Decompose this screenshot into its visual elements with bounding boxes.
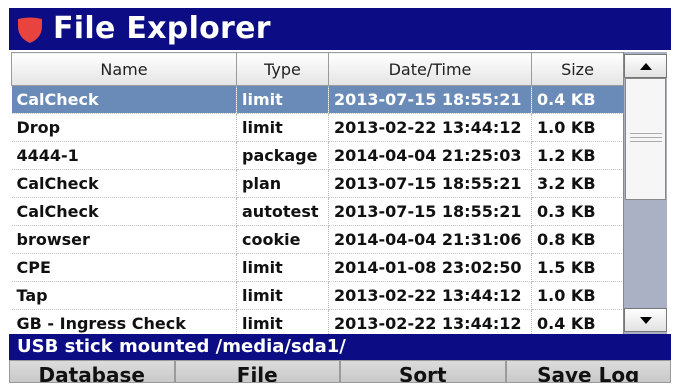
cell-name: CalCheck: [11, 197, 237, 226]
cell-size: 0.4 KB: [531, 309, 624, 334]
save-log-button[interactable]: Save Log: [505, 360, 671, 383]
cell-size: 3.2 KB: [531, 169, 624, 198]
table-row[interactable]: CPE limit 2014-01-08 23:02:50 1.5 KB: [11, 253, 624, 282]
column-header-name[interactable]: Name: [11, 52, 237, 86]
cell-size: 1.0 KB: [531, 281, 624, 310]
cell-size: 1.5 KB: [531, 253, 624, 282]
cell-name: 4444-1: [11, 141, 237, 170]
shield-logo-icon: [18, 17, 42, 43]
table-row[interactable]: CalCheck autotest 2013-07-15 18:55:21 0.…: [11, 197, 624, 226]
title-bar: File Explorer: [9, 8, 671, 50]
cell-type: limit: [236, 309, 329, 334]
cell-name: Tap: [11, 281, 237, 310]
cell-type: limit: [236, 281, 329, 310]
scroll-thumb[interactable]: [625, 78, 666, 200]
cell-datetime: 2013-07-15 18:55:21: [328, 197, 532, 226]
cell-name: Drop: [11, 113, 237, 142]
cell-type: limit: [236, 113, 329, 142]
cell-type: package: [236, 141, 329, 170]
database-button[interactable]: Database: [9, 360, 175, 383]
softkey-bar: Database File Sort Save Log: [9, 360, 671, 383]
sort-button[interactable]: Sort: [340, 360, 506, 383]
cell-type: plan: [236, 169, 329, 198]
cell-datetime: 2014-04-04 21:31:06: [328, 225, 532, 254]
column-header-size[interactable]: Size: [531, 52, 624, 86]
page-title: File Explorer: [53, 11, 271, 46]
table-header-row: Name Type Date/Time Size: [11, 52, 624, 86]
cell-name: GB - Ingress Check: [11, 309, 237, 334]
cell-name: browser: [11, 225, 237, 254]
grip-line: [630, 141, 662, 142]
table-row[interactable]: GB - Ingress Check limit 2013-02-22 13:4…: [11, 309, 624, 334]
cell-name: CalCheck: [11, 169, 237, 198]
cell-type: limit: [236, 85, 329, 114]
cell-datetime: 2014-01-08 23:02:50: [328, 253, 532, 282]
arrow-up-icon: [640, 63, 652, 70]
arrow-down-icon: [640, 317, 652, 324]
scroll-up-button[interactable]: [624, 54, 667, 78]
cell-datetime: 2013-02-22 13:44:12: [328, 281, 532, 310]
cell-size: 0.3 KB: [531, 197, 624, 226]
cell-datetime: 2014-04-04 21:25:03: [328, 141, 532, 170]
file-button[interactable]: File: [174, 360, 340, 383]
cell-type: cookie: [236, 225, 329, 254]
vertical-scrollbar[interactable]: [623, 52, 667, 334]
cell-size: 1.0 KB: [531, 113, 624, 142]
cell-type: limit: [236, 253, 329, 282]
status-bar: USB stick mounted /media/sda1/: [9, 334, 671, 360]
scroll-down-button[interactable]: [624, 308, 667, 332]
table-row[interactable]: 4444-1 package 2014-04-04 21:25:03 1.2 K…: [11, 141, 624, 170]
cell-datetime: 2013-07-15 18:55:21: [328, 85, 532, 114]
file-explorer-window: File Explorer Name Type Date/Time Size C…: [9, 8, 671, 383]
cell-size: 0.8 KB: [531, 225, 624, 254]
table-row[interactable]: Tap limit 2013-02-22 13:44:12 1.0 KB: [11, 281, 624, 310]
cell-size: 0.4 KB: [531, 85, 624, 114]
table-row-selected[interactable]: CalCheck limit 2013-07-15 18:55:21 0.4 K…: [11, 85, 624, 114]
table-row[interactable]: CalCheck plan 2013-07-15 18:55:21 3.2 KB: [11, 169, 624, 198]
column-header-type[interactable]: Type: [236, 52, 329, 86]
file-table: Name Type Date/Time Size CalCheck limit …: [11, 52, 624, 334]
table-row[interactable]: Drop limit 2013-02-22 13:44:12 1.0 KB: [11, 113, 624, 142]
cell-name: CPE: [11, 253, 237, 282]
file-list: Name Type Date/Time Size CalCheck limit …: [11, 52, 669, 334]
cell-datetime: 2013-02-22 13:44:12: [328, 113, 532, 142]
cell-datetime: 2013-02-22 13:44:12: [328, 309, 532, 334]
cell-size: 1.2 KB: [531, 141, 624, 170]
table-row[interactable]: browser cookie 2014-04-04 21:31:06 0.8 K…: [11, 225, 624, 254]
column-header-datetime[interactable]: Date/Time: [328, 52, 532, 86]
grip-line: [630, 133, 662, 134]
grip-line: [630, 137, 662, 138]
cell-name: CalCheck: [11, 85, 237, 114]
cell-type: autotest: [236, 197, 329, 226]
cell-datetime: 2013-07-15 18:55:21: [328, 169, 532, 198]
